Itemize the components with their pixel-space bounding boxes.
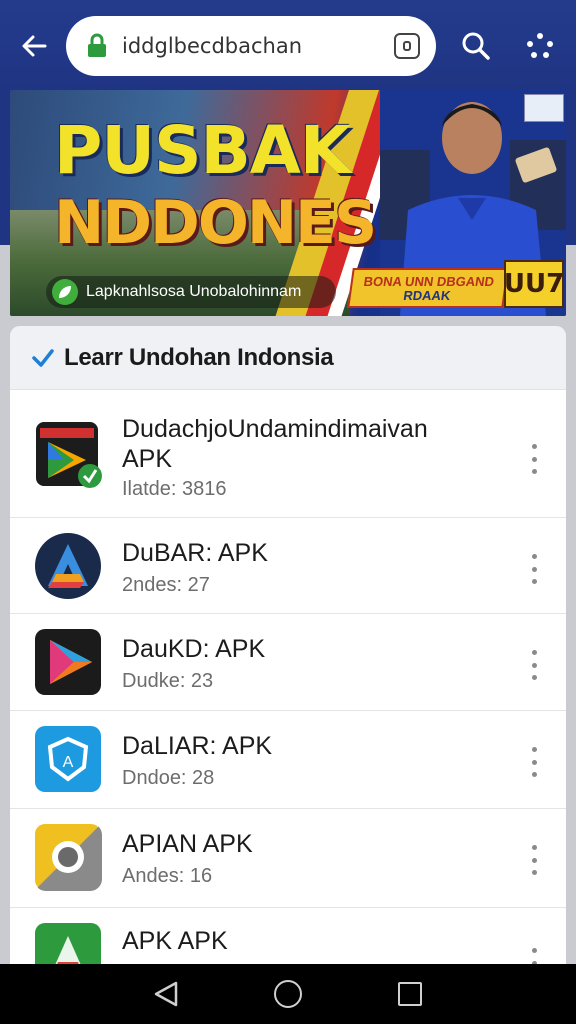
promo-line1: BONA UNN DBGAND <box>362 273 496 289</box>
app-name: APIAN APK <box>122 830 253 858</box>
tab-switcher-icon <box>403 41 411 51</box>
banner-caption-text: Lapknahlsosa Unobalohinnam <box>86 283 302 300</box>
blue-shield-icon: A <box>35 726 101 792</box>
check-icon <box>32 348 54 367</box>
overflow-menu-button[interactable] <box>524 747 544 777</box>
app-meta: 2ndes: 27 <box>122 574 210 596</box>
overflow-menu-button[interactable] <box>524 554 544 584</box>
card-title: Learr Undohan Indonsia <box>64 343 334 371</box>
app-name: DauKD: APK <box>122 635 266 663</box>
list-item[interactable]: A DaLIAR: APK Dndoe: 28 <box>10 711 566 809</box>
green-arrow-icon <box>35 923 101 966</box>
play-triangle-icon <box>35 629 101 695</box>
browser-toolbar: iddglbecdbachan <box>0 0 576 90</box>
banner-title-line1: PUSBAK <box>54 112 351 189</box>
banner-promo-tag: BONA UNN DBGAND RDAAK <box>347 268 509 308</box>
overflow-menu-button[interactable] <box>524 650 544 680</box>
nav-recents-icon[interactable] <box>398 982 422 1006</box>
system-nav-bar <box>0 964 576 1024</box>
camera-lens-icon <box>34 823 102 891</box>
app-name: DuBAR: APK <box>122 539 268 567</box>
search-icon <box>462 32 490 60</box>
app-meta: Dndoe: 28 <box>122 767 215 789</box>
lock-icon <box>88 33 106 57</box>
tab-switcher-button[interactable] <box>394 33 420 59</box>
list-item[interactable]: APK APK <box>10 908 566 966</box>
search-button[interactable] <box>458 28 494 64</box>
more-menu-button[interactable] <box>522 28 558 64</box>
app-meta: Ilatde: 3816 <box>122 478 227 500</box>
nav-home-icon[interactable] <box>274 980 302 1008</box>
overflow-menu-button[interactable] <box>524 845 544 875</box>
app-name: APK APK <box>122 927 228 955</box>
leaf-icon <box>52 279 78 305</box>
list-item[interactable]: DauKD: APK Dudke: 23 <box>10 614 566 711</box>
url-text[interactable]: iddglbecdbachan <box>122 34 394 58</box>
app-meta: Dudke: 23 <box>122 670 214 692</box>
promo-number: UU7 <box>504 260 564 308</box>
card-header: Learr Undohan Indonsia <box>10 326 566 390</box>
promo-line2: RDAAK <box>402 287 452 303</box>
arrow-left-icon <box>22 35 47 57</box>
app-list-card: Learr Undohan Indonsia DudachjoUndamindi… <box>10 326 566 966</box>
app-store-dark-icon <box>36 422 102 488</box>
svg-text:A: A <box>63 754 74 771</box>
banner-caption: Lapknahlsosa Unobalohinnam <box>46 276 336 308</box>
list-item[interactable]: DuBAR: APK 2ndes: 27 <box>10 518 566 614</box>
nav-back-icon[interactable] <box>152 980 180 1008</box>
arrow-logo-icon <box>35 533 101 599</box>
app-meta: Andes: 16 <box>122 865 213 887</box>
promo-banner[interactable]: PUSBAK NDDONESIA Lapknahlsosa Unobalohin… <box>10 90 566 316</box>
dots-menu-icon <box>527 33 553 58</box>
back-button[interactable] <box>16 28 52 64</box>
channel-logo <box>524 94 564 122</box>
list-item[interactable]: APIAN APK Andes: 16 <box>10 809 566 908</box>
list-item[interactable]: DudachjoUndamindimaivan APK Ilatde: 3816 <box>10 390 566 518</box>
app-list: DudachjoUndamindimaivan APK Ilatde: 3816… <box>10 390 566 966</box>
app-name: DudachjoUndamindimaivan APK <box>122 415 428 473</box>
address-bar[interactable]: iddglbecdbachan <box>66 16 436 76</box>
app-name: DaLIAR: APK <box>122 732 273 760</box>
overflow-menu-button[interactable] <box>524 444 544 474</box>
